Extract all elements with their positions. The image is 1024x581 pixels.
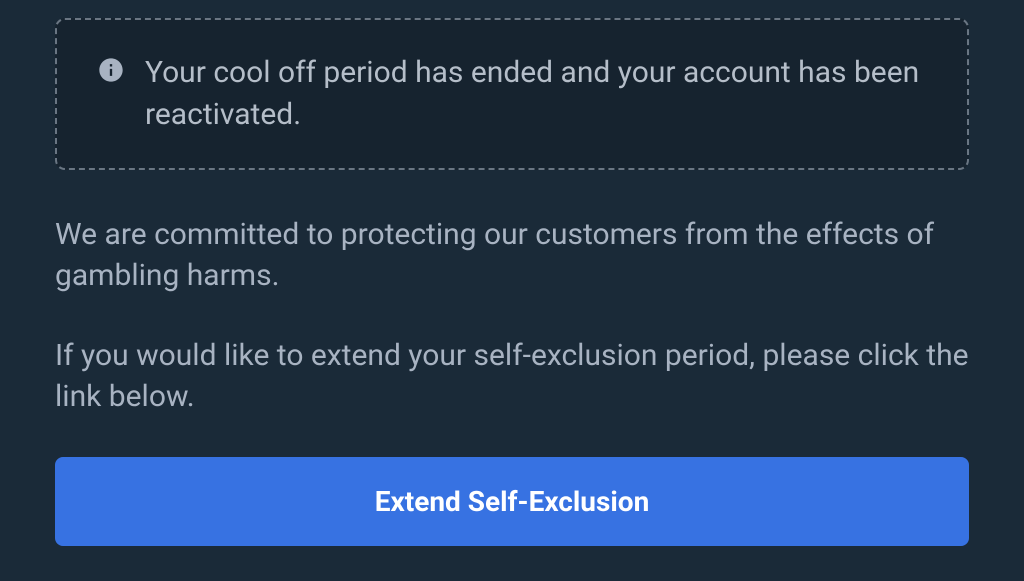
notice-box: Your cool off period has ended and your … — [55, 18, 969, 170]
commitment-text: We are committed to protecting our custo… — [55, 215, 969, 296]
instruction-text: If you would like to extend your self-ex… — [55, 336, 969, 417]
extend-self-exclusion-button[interactable]: Extend Self-Exclusion — [55, 457, 969, 546]
notice-message: Your cool off period has ended and your … — [145, 52, 927, 136]
info-icon — [97, 56, 125, 84]
